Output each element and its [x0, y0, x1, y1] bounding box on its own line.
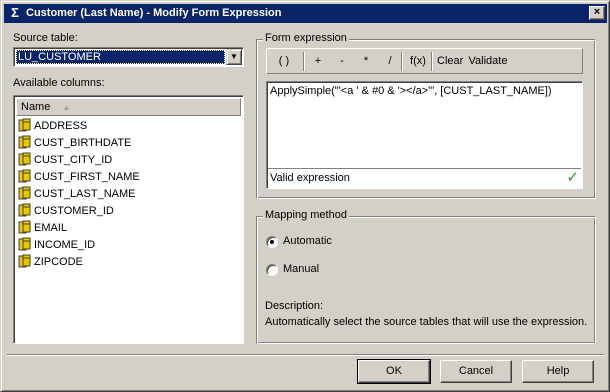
column-name: EMAIL — [34, 222, 68, 234]
column-name: ZIPCODE — [34, 256, 83, 268]
check-icon: ✓ — [566, 169, 579, 186]
radio-selected-dot — [270, 240, 274, 244]
column-icon — [18, 254, 32, 268]
column-name: CUSTOMER_ID — [34, 205, 114, 217]
validation-status: Valid expression ✓ — [268, 168, 581, 187]
column-icon — [18, 237, 32, 251]
available-columns-label: Available columns: — [13, 77, 105, 89]
column-list-item[interactable]: INCOME_ID — [18, 237, 95, 254]
column-icon — [18, 220, 32, 234]
close-button[interactable]: × — [589, 6, 605, 20]
manual-radio-label[interactable]: Manual — [283, 263, 319, 275]
toolbar-separator — [431, 52, 433, 71]
mapping-method-title: Mapping method — [263, 209, 349, 221]
available-columns-list[interactable]: Name ▲ ADDRESS CUST_BIRTHDATE CUST_CITY_ID C… — [13, 95, 244, 344]
dialog-title: Customer (Last Name) - Modify Form Expre… — [26, 7, 282, 19]
footer-divider — [7, 354, 604, 356]
column-list-item[interactable]: EMAIL — [18, 220, 67, 237]
column-icon — [18, 169, 32, 183]
chevron-down-icon: ▼ — [230, 52, 238, 61]
multiply-button[interactable]: * — [359, 53, 373, 69]
column-icon — [18, 186, 32, 200]
automatic-radio-label[interactable]: Automatic — [283, 235, 332, 247]
source-table-combobox[interactable]: LU_CUSTOMER ▼ — [13, 47, 244, 67]
column-icon — [18, 118, 32, 132]
form-expression-title: Form expression — [263, 32, 349, 44]
expression-text[interactable]: ApplySimple("'<a ' & #0 & '></a>'", [CUS… — [270, 85, 552, 97]
validate-button[interactable]: Validate — [467, 53, 509, 69]
column-name: CUST_LAST_NAME — [34, 188, 136, 200]
automatic-radio[interactable] — [266, 236, 278, 248]
source-table-label: Source table: — [13, 32, 78, 44]
column-list-item[interactable]: ADDRESS — [18, 118, 87, 135]
parentheses-button[interactable]: ( ) — [273, 53, 295, 69]
column-name: ADDRESS — [34, 120, 88, 132]
column-list-item[interactable]: CUST_CITY_ID — [18, 152, 112, 169]
column-list-item[interactable]: CUST_FIRST_NAME — [18, 169, 140, 186]
column-name: CUST_BIRTHDATE — [34, 137, 132, 149]
column-list-item[interactable]: CUST_BIRTHDATE — [18, 135, 131, 152]
expression-editor[interactable]: ApplySimple("'<a ' & #0 & '></a>'", [CUS… — [266, 81, 583, 189]
toolbar-separator — [401, 52, 403, 71]
function-button[interactable]: f(x) — [407, 53, 429, 69]
column-list-item[interactable]: ZIPCODE — [18, 254, 83, 271]
column-name: CUST_FIRST_NAME — [34, 171, 140, 183]
close-icon: × — [593, 6, 601, 18]
help-button[interactable]: Help — [522, 360, 594, 383]
source-table-value: LU_CUSTOMER — [16, 50, 225, 64]
divide-button[interactable]: / — [383, 53, 397, 69]
dropdown-button[interactable]: ▼ — [226, 49, 242, 65]
ok-button[interactable]: OK — [357, 359, 431, 384]
minus-button[interactable]: - — [335, 53, 349, 69]
column-icon — [18, 135, 32, 149]
expression-toolbar: ( ) + - * / f(x) Clear Validate — [266, 48, 583, 74]
name-column-header[interactable]: Name ▲ — [16, 98, 241, 116]
column-list-item[interactable]: CUST_LAST_NAME — [18, 186, 135, 203]
column-name: CUST_CITY_ID — [34, 154, 113, 166]
column-icon — [18, 152, 32, 166]
clear-button[interactable]: Clear — [437, 53, 463, 69]
column-icon — [18, 203, 32, 217]
manual-radio[interactable] — [266, 264, 278, 276]
column-name: INCOME_ID — [34, 239, 96, 251]
name-header-label: Name — [21, 101, 51, 113]
sigma-icon: Σ — [11, 5, 19, 20]
sort-ascending-icon: ▲ — [62, 103, 71, 112]
column-list-item[interactable]: CUSTOMER_ID — [18, 203, 114, 220]
validation-status-text: Valid expression — [270, 172, 350, 184]
description-text: Automatically select the source tables t… — [265, 316, 588, 328]
title-bar: Σ Customer (Last Name) - Modify Form Exp… — [4, 4, 607, 23]
toolbar-separator — [303, 52, 305, 71]
cancel-button[interactable]: Cancel — [440, 360, 512, 383]
plus-button[interactable]: + — [311, 53, 325, 69]
modify-form-expression-dialog: Σ Customer (Last Name) - Modify Form Exp… — [0, 0, 610, 392]
description-label: Description: — [265, 300, 324, 312]
